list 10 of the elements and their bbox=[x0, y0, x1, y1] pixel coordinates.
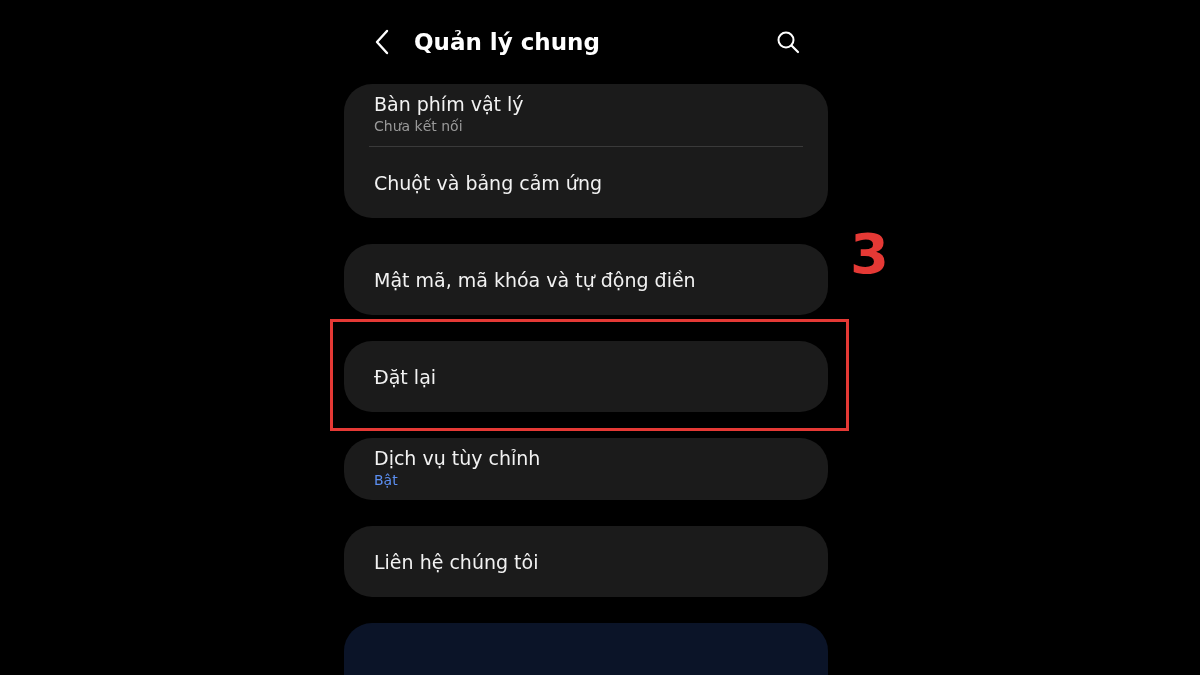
settings-item[interactable]: Dịch vụ tùy chỉnh Bật bbox=[344, 438, 828, 500]
settings-item[interactable]: Bàn phím vật lý Chưa kết nối bbox=[344, 84, 828, 146]
page-title: Quản lý chung bbox=[414, 29, 600, 55]
search-button[interactable] bbox=[776, 30, 800, 54]
settings-item[interactable]: Liên hệ chúng tôi bbox=[344, 526, 828, 597]
settings-item[interactable]: Chuột và bảng cảm ứng bbox=[344, 147, 828, 218]
step-number: 3 bbox=[850, 226, 889, 282]
settings-item[interactable]: Đặt lại bbox=[344, 341, 828, 412]
settings-item[interactable]: Mật mã, mã khóa và tự động điền bbox=[344, 244, 828, 315]
back-button[interactable] bbox=[374, 29, 390, 55]
